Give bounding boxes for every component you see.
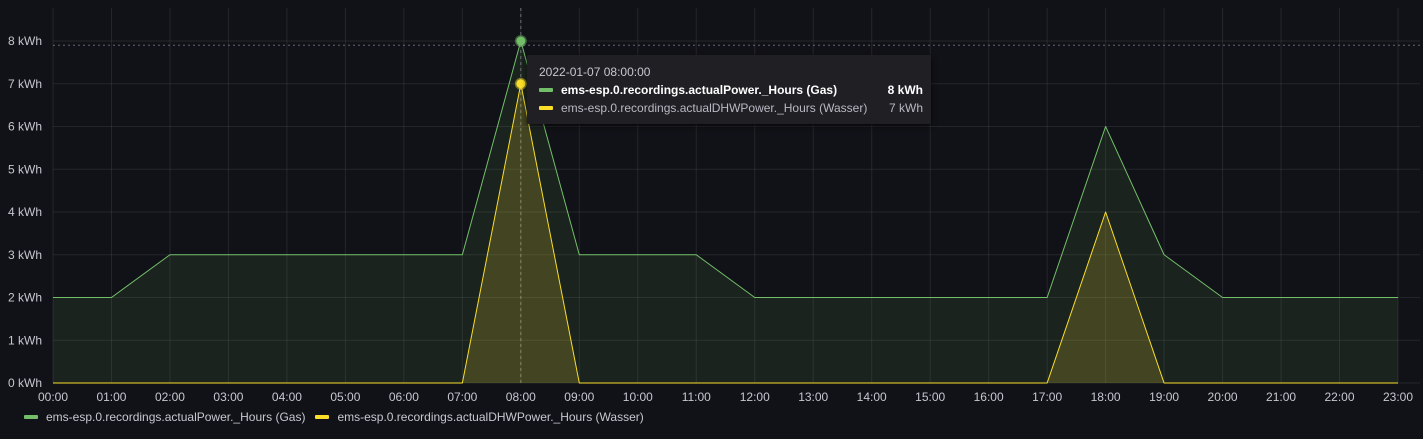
x-axis-ticks: 00:00 01:00 02:00 03:00 04:00 05:00 06:00 07:00… [38, 390, 1413, 404]
x-tick-label: 12:00 [740, 390, 770, 404]
x-tick-label: 06:00 [389, 390, 419, 404]
x-tick-label: 04:00 [272, 390, 302, 404]
y-tick-label: 4 kWh [8, 205, 42, 219]
legend-swatch-gas [24, 415, 38, 419]
x-tick-label: 01:00 [96, 390, 126, 404]
x-tick-label: 18:00 [1091, 390, 1121, 404]
y-tick-label: 2 kWh [8, 291, 42, 305]
tooltip-row-wasser: ems-esp.0.recordings.actualDHWPower._Hou… [539, 100, 923, 116]
tooltip-swatch-wasser [539, 106, 553, 110]
legend-label: ems-esp.0.recordings.actualDHWPower._Hou… [337, 410, 644, 424]
legend-item-gas[interactable]: ems-esp.0.recordings.actualPower._Hours … [24, 410, 305, 424]
hover-tooltip: 2022-01-07 08:00:00 ems-esp.0.recordings… [527, 55, 931, 124]
x-tick-label: 13:00 [798, 390, 828, 404]
tooltip-series-value: 7 kWh [888, 101, 923, 115]
tooltip-row-gas: ems-esp.0.recordings.actualPower._Hours … [539, 82, 923, 98]
x-tick-label: 19:00 [1149, 390, 1179, 404]
x-tick-label: 20:00 [1208, 390, 1238, 404]
legend-label: ems-esp.0.recordings.actualPower._Hours … [46, 410, 306, 424]
y-tick-label: 3 kWh [8, 248, 42, 262]
tooltip-timestamp: 2022-01-07 08:00:00 [539, 65, 651, 79]
y-tick-label: 8 kWh [8, 34, 42, 48]
y-tick-label: 5 kWh [8, 162, 42, 176]
x-tick-label: 23:00 [1383, 390, 1413, 404]
y-tick-label: 0 kWh [8, 376, 42, 390]
x-tick-label: 22:00 [1325, 390, 1355, 404]
tooltip-series-name: ems-esp.0.recordings.actualDHWPower._Hou… [561, 101, 868, 115]
x-tick-label: 10:00 [623, 390, 653, 404]
x-tick-label: 11:00 [682, 390, 711, 404]
x-tick-label: 07:00 [447, 390, 477, 404]
y-axis-ticks: 0 kWh 1 kWh 2 kWh 3 kWh 4 kWh 5 kWh 6 kWh 7 kWh… [8, 34, 42, 390]
x-tick-label: 05:00 [330, 390, 360, 404]
x-tick-label: 08:00 [506, 390, 536, 404]
y-tick-label: 7 kWh [8, 77, 42, 91]
x-tick-label: 00:00 [38, 390, 68, 404]
tooltip-swatch-gas [539, 88, 553, 92]
legend-swatch-wasser [315, 415, 330, 419]
hover-point-1 [514, 77, 527, 90]
tooltip-series-value: 8 kWh [887, 83, 923, 97]
x-tick-label: 03:00 [213, 390, 243, 404]
x-tick-label: 09:00 [564, 390, 594, 404]
y-tick-label: 6 kWh [8, 120, 42, 134]
x-tick-label: 21:00 [1266, 390, 1296, 404]
x-tick-label: 17:00 [1032, 390, 1062, 404]
legend-item-wasser[interactable]: ems-esp.0.recordings.actualDHWPower._Hou… [315, 410, 644, 424]
y-tick-label: 1 kWh [8, 333, 42, 347]
x-tick-label: 16:00 [974, 390, 1004, 404]
chart-legend: ems-esp.0.recordings.actualPower._Hours … [24, 409, 654, 425]
hover-point-0 [514, 35, 527, 47]
x-tick-label: 15:00 [915, 390, 945, 404]
x-tick-label: 14:00 [857, 390, 887, 404]
x-tick-label: 02:00 [155, 390, 185, 404]
tooltip-series-name: ems-esp.0.recordings.actualPower._Hours … [561, 83, 838, 97]
